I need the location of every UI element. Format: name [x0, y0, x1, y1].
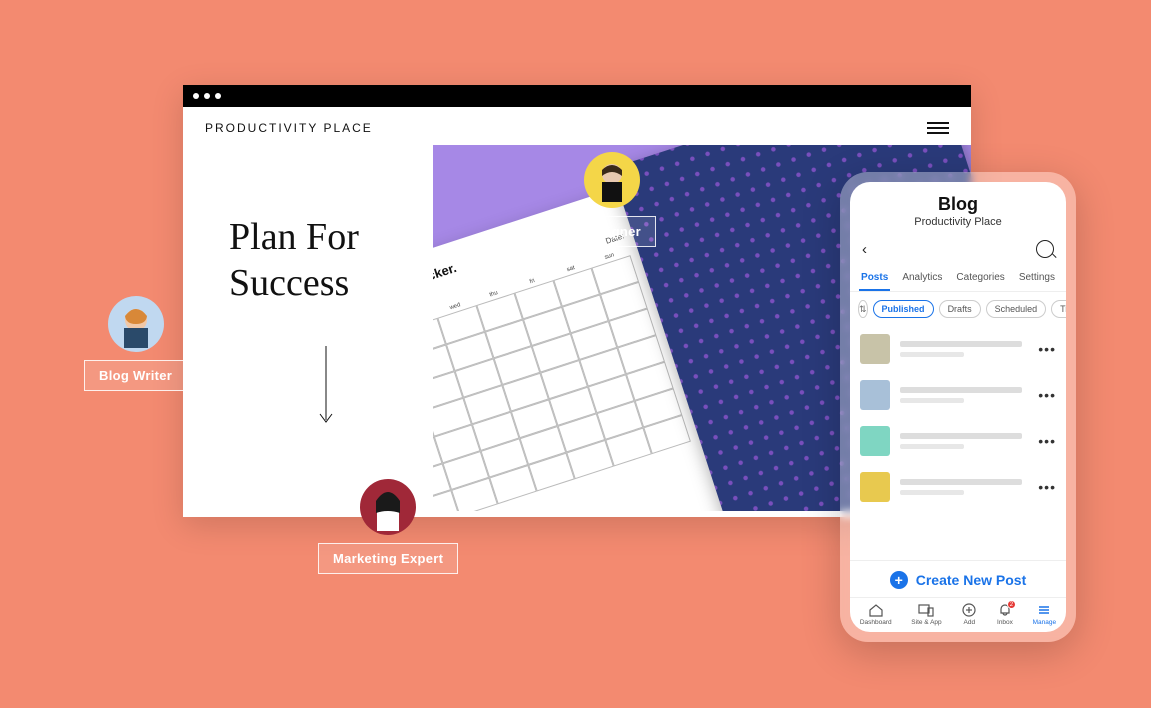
- persona-label: Designer: [568, 216, 656, 247]
- avatar: [360, 479, 416, 535]
- notification-badge: 2: [1007, 600, 1016, 609]
- hero-line2: Success: [229, 262, 349, 304]
- home-icon: [868, 603, 884, 617]
- post-text-placeholder: [900, 479, 1028, 495]
- hero-heading: Plan For Success: [229, 215, 433, 306]
- mobile-header: Blog Productivity Place: [850, 182, 1066, 232]
- plus-icon: +: [890, 571, 908, 589]
- list-item[interactable]: •••: [860, 372, 1056, 418]
- post-thumbnail: [860, 334, 890, 364]
- hero-line1: Plan For: [229, 216, 359, 258]
- avatar: [584, 152, 640, 208]
- tab-analytics[interactable]: Analytics: [900, 268, 944, 291]
- back-icon[interactable]: ‹: [862, 241, 867, 258]
- post-thumbnail: [860, 426, 890, 456]
- bell-icon: 2: [997, 603, 1013, 617]
- filter-scheduled[interactable]: Scheduled: [986, 300, 1047, 318]
- persona-marketing-expert: Marketing Expert: [318, 479, 458, 574]
- tab-settings[interactable]: Settings: [1017, 268, 1057, 291]
- tab-categories[interactable]: Categories: [954, 268, 1006, 291]
- traffic-light-dot: [193, 93, 199, 99]
- mobile-subtitle: Productivity Place: [850, 216, 1066, 228]
- more-icon[interactable]: •••: [1038, 341, 1056, 357]
- post-thumbnail: [860, 380, 890, 410]
- create-post-button[interactable]: + Create New Post: [850, 560, 1066, 597]
- site-brand: PRODUCTIVITY PLACE: [205, 121, 373, 135]
- list-item[interactable]: •••: [860, 326, 1056, 372]
- persona-blog-writer: Blog Writer: [84, 296, 187, 391]
- tabbar-inbox[interactable]: 2 Inbox: [997, 603, 1013, 626]
- site-header: PRODUCTIVITY PLACE: [183, 107, 971, 145]
- traffic-light-dot: [204, 93, 210, 99]
- hero-left-panel: Plan For Success: [183, 145, 433, 511]
- post-text-placeholder: [900, 387, 1028, 403]
- filter-trash[interactable]: Trash: [1051, 300, 1066, 318]
- more-icon[interactable]: •••: [1038, 387, 1056, 403]
- post-text-placeholder: [900, 341, 1028, 357]
- menu-lines-icon: [1036, 603, 1052, 617]
- tab-posts[interactable]: Posts: [859, 268, 890, 291]
- tabbar-add[interactable]: Add: [961, 603, 977, 626]
- list-item[interactable]: •••: [860, 418, 1056, 464]
- filter-icon[interactable]: ⇅: [858, 300, 868, 318]
- traffic-light-dot: [215, 93, 221, 99]
- browser-title-bar: [183, 85, 971, 107]
- menu-icon[interactable]: [927, 122, 949, 134]
- mobile-tabbar: Dashboard Site & App Add 2 Inbox Manage: [850, 597, 1066, 632]
- persona-designer: Designer: [568, 152, 656, 247]
- devices-icon: [918, 603, 934, 617]
- avatar: [108, 296, 164, 352]
- arrow-down-icon: [319, 346, 333, 426]
- mobile-tabs: Posts Analytics Categories Settings: [850, 262, 1066, 292]
- tabbar-site-app[interactable]: Site & App: [911, 603, 941, 626]
- mobile-screen: Blog Productivity Place ‹ Posts Analytic…: [850, 182, 1066, 632]
- mobile-filter-row: ⇅ Published Drafts Scheduled Trash: [850, 292, 1066, 326]
- post-thumbnail: [860, 472, 890, 502]
- persona-label: Blog Writer: [84, 360, 187, 391]
- more-icon[interactable]: •••: [1038, 479, 1056, 495]
- tabbar-dashboard[interactable]: Dashboard: [860, 603, 892, 626]
- mobile-title: Blog: [850, 194, 1066, 215]
- mobile-preview: Blog Productivity Place ‹ Posts Analytic…: [840, 172, 1076, 642]
- mobile-nav-row: ‹: [850, 232, 1066, 262]
- post-text-placeholder: [900, 433, 1028, 449]
- tabbar-manage[interactable]: Manage: [1033, 603, 1057, 626]
- filter-published[interactable]: Published: [873, 300, 934, 318]
- create-post-label: Create New Post: [916, 572, 1026, 588]
- search-icon[interactable]: [1036, 240, 1054, 258]
- list-item[interactable]: •••: [860, 464, 1056, 510]
- filter-drafts[interactable]: Drafts: [939, 300, 981, 318]
- persona-label: Marketing Expert: [318, 543, 458, 574]
- mobile-post-list: ••• ••• ••• •••: [850, 326, 1066, 560]
- plus-circle-icon: [961, 603, 977, 617]
- more-icon[interactable]: •••: [1038, 433, 1056, 449]
